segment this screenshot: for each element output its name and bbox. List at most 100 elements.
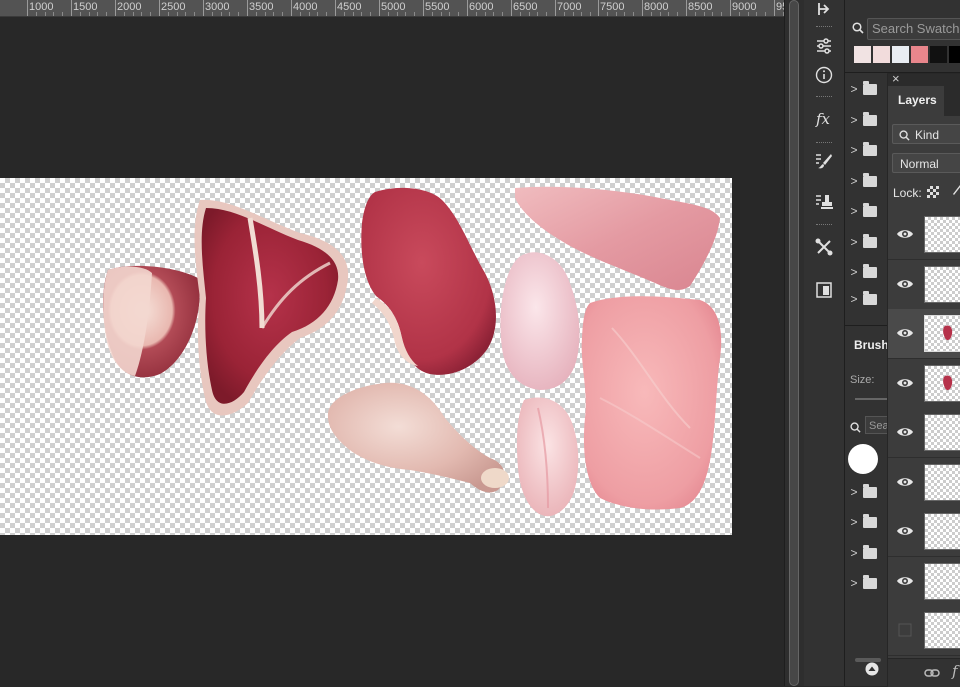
- blend-mode-select[interactable]: Normal: [892, 153, 960, 173]
- link-layers-icon[interactable]: [924, 666, 940, 684]
- ruler-minor-tick: [660, 12, 661, 16]
- chevron-right-icon[interactable]: >: [845, 82, 863, 96]
- layer-row[interactable]: [888, 309, 960, 359]
- chevron-right-icon[interactable]: >: [845, 235, 863, 249]
- group-row[interactable]: >: [845, 257, 887, 287]
- ruler-minor-tick: [458, 12, 459, 16]
- swatch[interactable]: [930, 46, 947, 63]
- lock-transparent-pixels-icon[interactable]: [927, 186, 939, 198]
- eye-icon[interactable]: [896, 423, 914, 441]
- layer-row[interactable]: [888, 606, 960, 656]
- chevron-right-icon[interactable]: >: [845, 292, 863, 306]
- swatch[interactable]: [892, 46, 909, 63]
- swatches-search-input[interactable]: Search Swatches: [867, 18, 960, 40]
- layer-thumbnail[interactable]: [924, 463, 960, 501]
- folder-icon: [863, 141, 877, 156]
- ruler-minor-tick: [441, 12, 442, 16]
- eye-icon[interactable]: [896, 473, 914, 491]
- group-row[interactable]: >: [845, 74, 887, 104]
- brush-panel-title: Brush: [854, 338, 889, 352]
- swatch[interactable]: [854, 46, 871, 63]
- close-icon[interactable]: ×: [892, 71, 900, 86]
- chevron-right-icon[interactable]: >: [845, 204, 863, 218]
- scrollbar-thumb[interactable]: [789, 0, 799, 686]
- chevron-right-icon[interactable]: >: [845, 485, 863, 499]
- layer-style-fx-icon[interactable]: f: [952, 662, 958, 680]
- layer-thumbnail[interactable]: [924, 414, 960, 451]
- eye-icon[interactable]: [896, 225, 914, 243]
- upload-icon[interactable]: [865, 662, 879, 681]
- brush-settings-icon[interactable]: [810, 148, 838, 174]
- group-row[interactable]: >: [845, 227, 887, 257]
- info-icon[interactable]: [810, 62, 838, 88]
- ruler-minor-tick: [677, 12, 678, 16]
- vertical-scrollbar[interactable]: [784, 0, 805, 686]
- artboard-icon[interactable]: [810, 277, 838, 303]
- ruler-minor-tick: [238, 12, 239, 16]
- ruler-minor-tick: [616, 12, 617, 16]
- group-row[interactable]: >: [845, 507, 887, 537]
- chevron-right-icon[interactable]: >: [845, 174, 863, 188]
- group-row[interactable]: >: [845, 568, 887, 598]
- layer-thumbnail[interactable]: [924, 216, 960, 253]
- history-icon[interactable]: [810, 0, 838, 22]
- layer-thumbnail[interactable]: [924, 315, 960, 352]
- ruler-minor-tick: [124, 12, 125, 16]
- layer-thumbnail[interactable]: [924, 265, 960, 303]
- ruler-minor-tick: [45, 12, 46, 16]
- canvas-area[interactable]: [0, 17, 784, 686]
- swatch[interactable]: [911, 46, 928, 63]
- adjustments-icon[interactable]: [810, 33, 838, 59]
- eye-icon[interactable]: [896, 374, 914, 392]
- layer-row[interactable]: [888, 408, 960, 458]
- chevron-right-icon[interactable]: >: [845, 265, 863, 279]
- layer-row[interactable]: [888, 259, 960, 310]
- ruler-major-tick: [511, 0, 512, 16]
- clone-source-icon[interactable]: [810, 189, 838, 215]
- group-row[interactable]: >: [845, 105, 887, 135]
- group-row[interactable]: >: [845, 135, 887, 165]
- layer-thumbnail[interactable]: [924, 364, 960, 402]
- brush-size-slider[interactable]: [855, 398, 887, 400]
- chevron-right-icon[interactable]: >: [845, 113, 863, 127]
- chevron-right-icon[interactable]: >: [845, 143, 863, 157]
- eye-icon[interactable]: [896, 572, 914, 590]
- layer-row[interactable]: [888, 210, 960, 260]
- layer-thumbnail[interactable]: [924, 612, 960, 649]
- folder-icon: [863, 263, 877, 278]
- layer-thumbnail[interactable]: [924, 562, 960, 600]
- group-row[interactable]: >: [845, 166, 887, 196]
- group-row[interactable]: >: [845, 477, 887, 507]
- layer-row[interactable]: [888, 507, 960, 557]
- eye-icon[interactable]: [896, 522, 914, 540]
- ruler-major-tick: [27, 0, 28, 16]
- layer-thumbnail[interactable]: [924, 513, 960, 550]
- ruler-minor-tick: [520, 12, 521, 16]
- layer-row[interactable]: [888, 358, 960, 409]
- eye-icon[interactable]: [896, 324, 914, 342]
- eye-icon[interactable]: [896, 275, 914, 293]
- styles-fx-icon[interactable]: fx: [810, 106, 838, 132]
- chevron-right-icon[interactable]: >: [845, 576, 863, 590]
- ruler-minor-tick: [624, 12, 625, 16]
- ruler-minor-tick: [668, 12, 669, 16]
- swatch[interactable]: [873, 46, 890, 63]
- ruler-minor-tick: [537, 12, 538, 16]
- visibility-off-box-icon[interactable]: [896, 621, 914, 639]
- brush-tip-preview[interactable]: [848, 444, 878, 474]
- layer-row[interactable]: [888, 457, 960, 508]
- group-row[interactable]: >: [845, 284, 887, 314]
- lock-image-pixels-icon[interactable]: [950, 184, 960, 203]
- tools-presets-icon[interactable]: [810, 234, 838, 260]
- chevron-right-icon[interactable]: >: [845, 515, 863, 529]
- tab-layers[interactable]: Layers: [888, 86, 944, 116]
- document-canvas[interactable]: [0, 178, 732, 535]
- chevron-right-icon[interactable]: >: [845, 546, 863, 560]
- swatch[interactable]: [949, 46, 960, 63]
- ruler-minor-tick: [739, 12, 740, 16]
- group-row[interactable]: >: [845, 196, 887, 226]
- ruler-minor-tick: [89, 12, 90, 16]
- layer-row[interactable]: [888, 556, 960, 607]
- chicken-breast-cutout: [500, 252, 580, 390]
- group-row[interactable]: >: [845, 538, 887, 568]
